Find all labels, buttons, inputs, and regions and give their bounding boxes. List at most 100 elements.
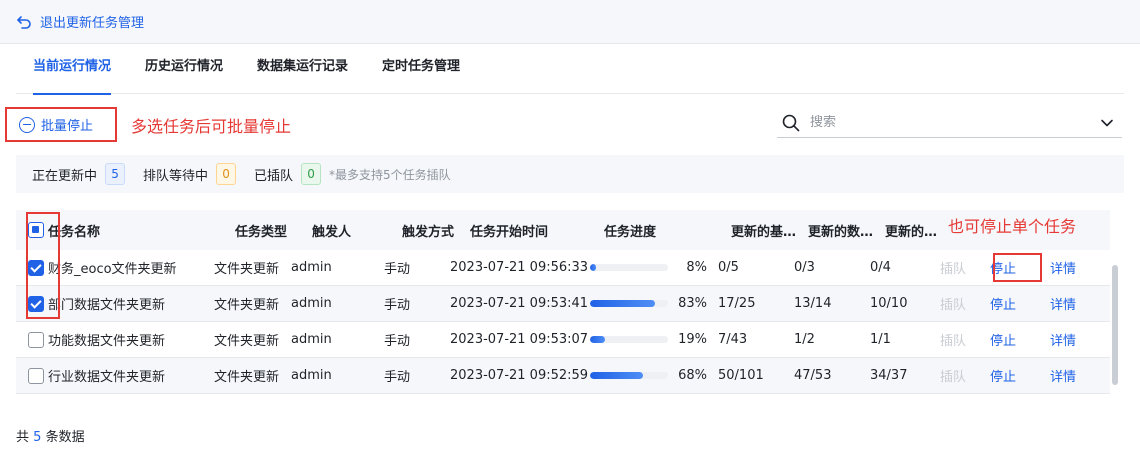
progress-percent: 83% [678, 296, 707, 311]
task-table: 任务名称 任务类型 触发人 触发方式 任务开始时间 任务进度 更新的基… 更新的… [16, 210, 1110, 405]
insert-queue-button[interactable]: 插队 [940, 294, 990, 313]
stop-button[interactable]: 停止 [990, 366, 1050, 385]
tab-bar: 当前运行情况 历史运行情况 数据集运行记录 定时任务管理 [16, 46, 1124, 95]
progress-fill [590, 264, 597, 271]
updated-data-count: 1/2 [794, 332, 815, 347]
header-updated-other: 更新的… [885, 224, 938, 240]
header-trigger-mode: 触发方式 [402, 224, 455, 240]
task-type: 文件夹更新 [214, 262, 280, 277]
updated-data-count: 47/53 [794, 368, 832, 383]
status-inserted-count: 0 [301, 163, 322, 185]
detail-link[interactable]: 详情 [1050, 258, 1094, 277]
updated-other-count: 0/4 [870, 260, 891, 275]
detail-link[interactable]: 详情 [1050, 330, 1094, 349]
progress-bar [590, 336, 668, 343]
progress-cell: 83% [590, 296, 718, 311]
minus-circle-icon [19, 116, 35, 133]
status-queued-count: 0 [216, 163, 237, 185]
back-arrow-icon[interactable] [16, 14, 32, 30]
status-updating-label: 正在更新中 [32, 168, 98, 184]
task-name: 财务_eoco文件夹更新 [48, 262, 177, 277]
insert-queue-button[interactable]: 插队 [940, 330, 990, 349]
annotation-box-checkboxes [26, 212, 60, 319]
updated-base-count: 0/5 [718, 260, 739, 275]
start-time: 2023-07-21 09:52:59 [450, 368, 589, 383]
status-bar: 正在更新中 5 排队等待中 0 已插队 0 *最多支持5个任务插队 [16, 155, 1124, 193]
table-row: 财务_eoco文件夹更新 文件夹更新 admin 手动 2023-07-21 0… [16, 250, 1110, 286]
trigger-by: admin [291, 332, 332, 347]
updated-base-count: 17/25 [718, 296, 756, 311]
progress-percent: 8% [686, 260, 707, 275]
trigger-mode: 手动 [384, 370, 411, 385]
header-updated-data: 更新的数… [808, 224, 874, 240]
stop-button[interactable]: 停止 [990, 330, 1050, 349]
table-footer: 共 5 条数据 [16, 426, 85, 445]
header-task-name: 任务名称 [48, 224, 101, 240]
progress-fill [590, 372, 644, 379]
footer-prefix: 共 [16, 430, 30, 445]
start-time: 2023-07-21 09:53:41 [450, 296, 589, 311]
progress-cell: 19% [590, 332, 718, 347]
updated-data-count: 0/3 [794, 260, 815, 275]
table-scrollbar[interactable] [1112, 265, 1118, 385]
progress-fill [590, 300, 655, 307]
search-input[interactable] [810, 115, 1100, 130]
batch-stop-label: 批量停止 [41, 119, 94, 134]
start-time: 2023-07-21 09:53:07 [450, 332, 589, 347]
status-inserted-label: 已插队 [254, 168, 294, 184]
footer-suffix: 条数据 [45, 430, 85, 445]
annotation-box-stop [993, 253, 1042, 282]
updated-other-count: 1/1 [870, 332, 891, 347]
detail-link[interactable]: 详情 [1050, 366, 1094, 385]
status-queued-label: 排队等待中 [143, 168, 209, 184]
chevron-down-icon[interactable] [1100, 116, 1114, 130]
table-row: 功能数据文件夹更新 文件夹更新 admin 手动 2023-07-21 09:5… [16, 322, 1110, 358]
updated-other-count: 10/10 [870, 296, 908, 311]
progress-bar [590, 372, 668, 379]
tab-current-running[interactable]: 当前运行情况 [16, 46, 128, 95]
table-row: 部门数据文件夹更新 文件夹更新 admin 手动 2023-07-21 09:5… [16, 286, 1110, 322]
progress-percent: 68% [678, 368, 707, 383]
progress-cell: 68% [590, 368, 718, 383]
row-checkbox[interactable] [28, 331, 44, 348]
search-box [777, 108, 1122, 138]
updated-base-count: 50/101 [718, 368, 764, 383]
status-inserted: 已插队 0 [254, 163, 322, 185]
trigger-mode: 手动 [384, 262, 411, 277]
tab-dataset-records[interactable]: 数据集运行记录 [240, 46, 365, 94]
top-bar: 退出更新任务管理 [0, 0, 1140, 44]
task-type: 文件夹更新 [214, 370, 280, 385]
header-progress: 任务进度 [604, 224, 657, 240]
task-name: 部门数据文件夹更新 [48, 298, 166, 313]
trigger-by: admin [291, 296, 332, 311]
exit-task-management-link[interactable]: 退出更新任务管理 [40, 12, 144, 31]
task-type: 文件夹更新 [214, 334, 280, 349]
updated-base-count: 7/43 [718, 332, 748, 347]
header-task-type: 任务类型 [235, 224, 288, 240]
progress-percent: 19% [678, 332, 707, 347]
tab-scheduled-tasks[interactable]: 定时任务管理 [365, 46, 477, 94]
batch-stop-button[interactable]: 批量停止 [5, 107, 117, 142]
stop-button[interactable]: 停止 [990, 294, 1050, 313]
insert-limit-note: *最多支持5个任务插队 [329, 167, 451, 182]
tab-history-running[interactable]: 历史运行情况 [128, 46, 240, 94]
status-updating-count: 5 [105, 163, 126, 185]
task-type: 文件夹更新 [214, 298, 280, 313]
row-checkbox[interactable] [28, 367, 44, 384]
trigger-mode: 手动 [384, 298, 411, 313]
progress-bar [590, 300, 668, 307]
updated-data-count: 13/14 [794, 296, 832, 311]
task-name: 行业数据文件夹更新 [48, 370, 166, 385]
detail-link[interactable]: 详情 [1050, 294, 1094, 313]
task-name: 功能数据文件夹更新 [48, 334, 166, 349]
status-queued: 排队等待中 0 [143, 163, 237, 185]
insert-queue-button[interactable]: 插队 [940, 258, 990, 277]
header-start-time: 任务开始时间 [470, 224, 549, 240]
start-time: 2023-07-21 09:56:33 [450, 260, 589, 275]
insert-queue-button[interactable]: 插队 [940, 366, 990, 385]
trigger-by: admin [291, 368, 332, 383]
progress-cell: 8% [590, 260, 718, 275]
annotation-single-stop: 也可停止单个任务 [948, 217, 1077, 236]
footer-count: 5 [33, 430, 42, 445]
trigger-by: admin [291, 260, 332, 275]
